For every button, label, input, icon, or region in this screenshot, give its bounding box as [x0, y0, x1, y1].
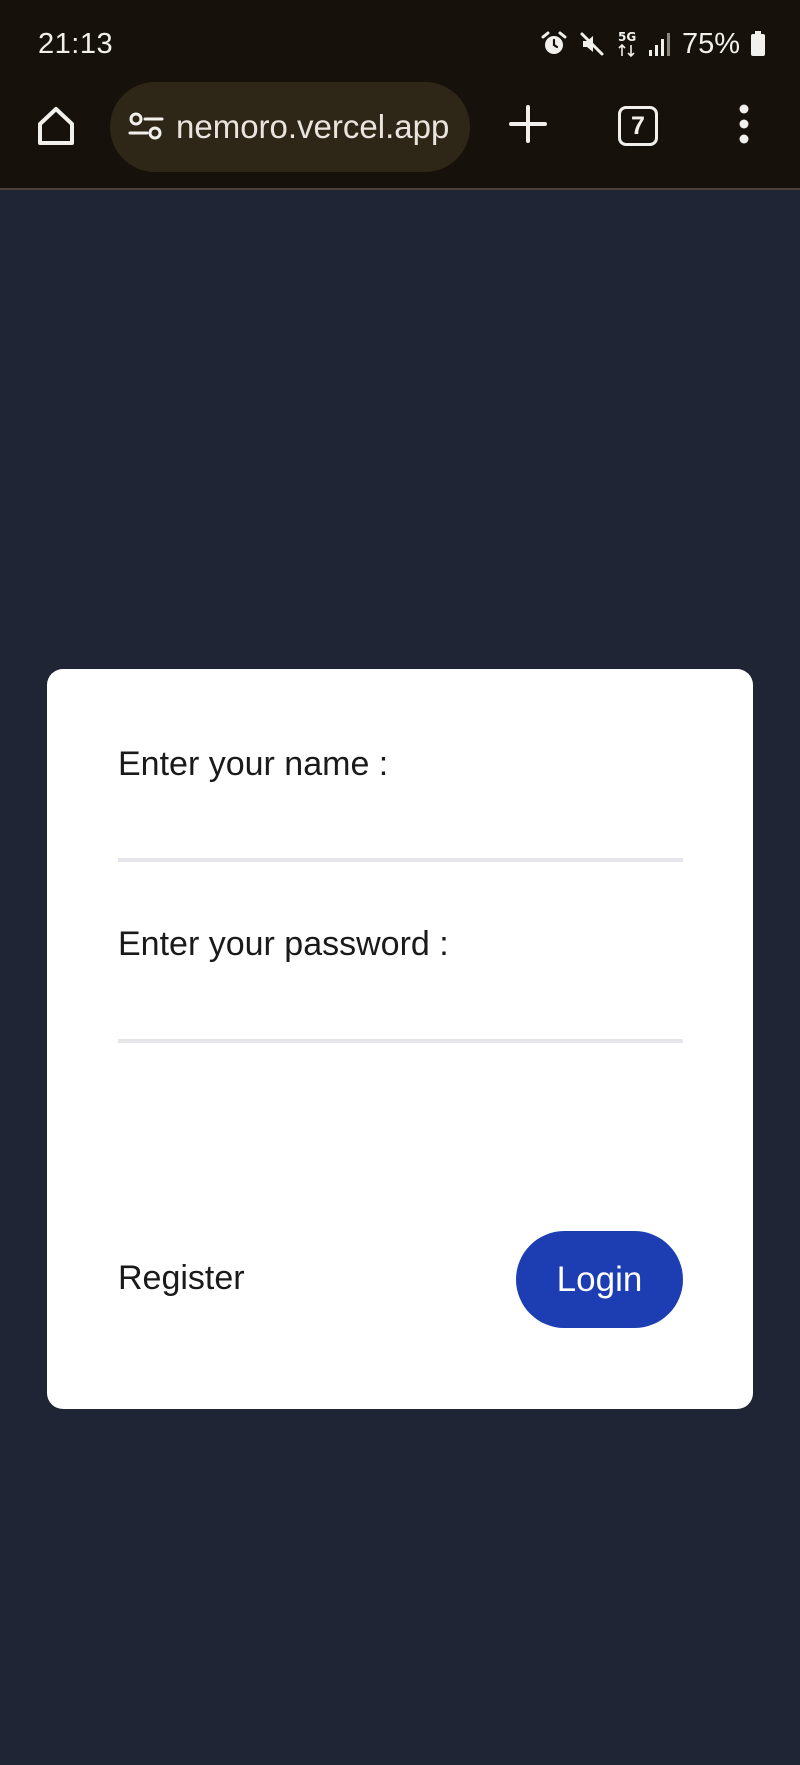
- mute-icon: [578, 30, 606, 58]
- network-type-label: 5G: [618, 30, 636, 44]
- more-vert-icon: [738, 104, 750, 149]
- name-input[interactable]: [118, 802, 683, 862]
- home-button[interactable]: [30, 102, 82, 154]
- login-card: Enter your name : Enter your password : …: [47, 669, 753, 1409]
- plus-icon: [508, 104, 548, 149]
- status-time: 21:13: [38, 28, 114, 60]
- battery-icon: [750, 30, 766, 58]
- password-input[interactable]: [118, 983, 683, 1043]
- browser-menu-button[interactable]: [726, 102, 762, 150]
- page-content: Enter your name : Enter your password : …: [0, 190, 800, 1765]
- login-button[interactable]: Login: [516, 1231, 683, 1328]
- browser-toolbar: nemoro.vercel.app 7: [0, 80, 800, 190]
- home-icon: [34, 104, 78, 153]
- tab-switcher-button[interactable]: 7: [618, 106, 658, 146]
- password-label: Enter your password :: [118, 925, 449, 963]
- status-icons: 5G 75%: [540, 26, 766, 62]
- register-link[interactable]: Register: [118, 1259, 245, 1298]
- status-bar: 21:13 5G 75%: [0, 0, 800, 80]
- name-label: Enter your name :: [118, 745, 389, 783]
- 5g-icon: 5G: [616, 29, 638, 59]
- new-tab-button[interactable]: [504, 102, 552, 150]
- url-text[interactable]: nemoro.vercel.app: [176, 108, 470, 146]
- address-bar[interactable]: nemoro.vercel.app: [110, 82, 470, 172]
- signal-icon: [648, 30, 672, 58]
- tune-icon[interactable]: [128, 110, 164, 147]
- battery-percentage: 75%: [681, 27, 740, 60]
- alarm-icon: [540, 30, 568, 58]
